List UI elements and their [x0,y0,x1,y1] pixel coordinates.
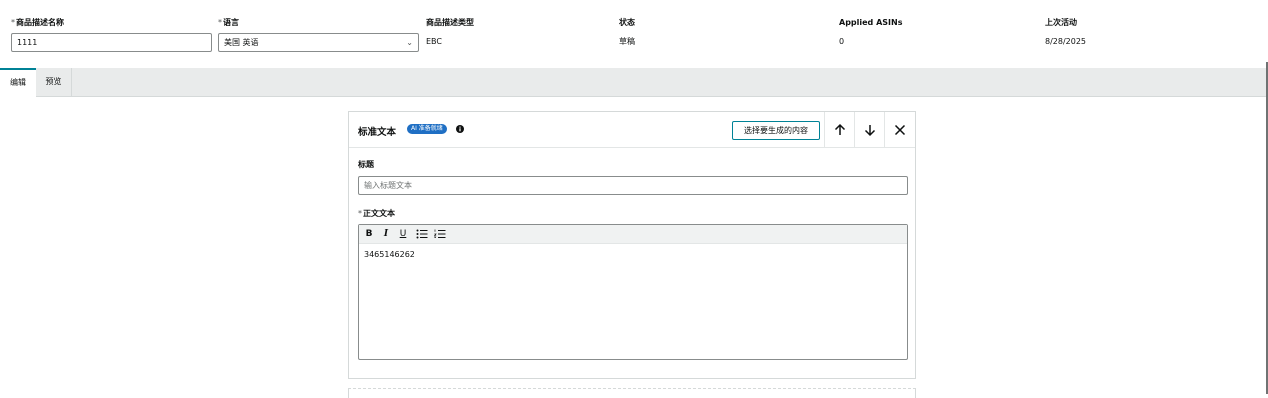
language-value: 美国 英语 [224,38,259,47]
module-title: 标准文本 [358,127,397,138]
type-value: EBC [426,37,442,46]
tab-preview[interactable]: 预览 [36,68,72,97]
last-activity-column: 上次活动 8/28/2025 [1045,18,1086,47]
name-label: *商品描述名称 [11,18,64,27]
arrow-down-icon [864,125,875,137]
language-column: *语言 [218,18,239,28]
body-text-content[interactable]: 3465146262 [364,250,415,259]
status-value: 草稿 [619,37,635,46]
close-icon [894,124,905,136]
arrow-up-icon [834,123,845,135]
numbered-list-icon [433,229,446,238]
asins-value: 0 [839,37,845,46]
bulleted-list-button[interactable] [415,225,429,244]
last-activity-value: 8/28/2025 [1045,37,1087,46]
body-text-label: *正文文本 [358,209,395,218]
language-select[interactable]: 美国 英语 ⌄ [218,33,419,52]
status-label: 状态 [619,18,635,27]
name-column: *商品描述名称 [11,18,64,28]
info-circle-icon[interactable] [456,125,464,133]
type-label: 商品描述类型 [426,18,474,27]
type-column: 商品描述类型 EBC [426,18,474,47]
remove-module-button[interactable] [884,112,914,148]
select-content-to-generate-button[interactable]: 选择要生成的内容 [732,121,820,140]
asins-label: Applied ASINs [839,18,903,27]
headline-input[interactable]: 输入标题文本 [358,176,908,195]
listing-metadata-row: *商品描述名称 1111 *语言 美国 英语 ⌄ 商品描述类型 EBC 状态 草… [0,0,1268,68]
tab-edit[interactable]: 编辑 [0,68,36,97]
name-input[interactable]: 1111 [11,33,212,52]
headline-label: 标题 [358,160,374,169]
numbered-list-button[interactable] [433,225,447,244]
asins-column: Applied ASINs 0 [839,18,902,47]
editor-toolbar: B I U [359,225,907,244]
underline-button[interactable]: U [397,225,409,244]
ai-ready-badge: AI 准备就绪 [407,124,447,134]
next-module-placeholder [348,388,916,398]
module-header: 标准文本 AI 准备就绪 选择要生成的内容 [349,112,915,148]
move-down-button[interactable] [854,112,884,148]
last-activity-label: 上次活动 [1045,18,1077,27]
language-label: *语言 [218,18,239,27]
bold-button[interactable]: B [363,225,375,244]
status-column: 状态 草稿 [619,18,635,47]
chevron-down-icon: ⌄ [406,38,413,47]
body-text-editor[interactable]: B I U 3465146262 [358,224,908,360]
italic-button[interactable]: I [380,225,392,244]
bulleted-list-icon [416,229,428,239]
tab-strip: 编辑 预览 [0,68,1266,97]
standard-text-module: 标准文本 AI 准备就绪 选择要生成的内容 标题 输入标题文本 *正文文本 B … [348,111,916,379]
move-up-button[interactable] [824,112,854,148]
